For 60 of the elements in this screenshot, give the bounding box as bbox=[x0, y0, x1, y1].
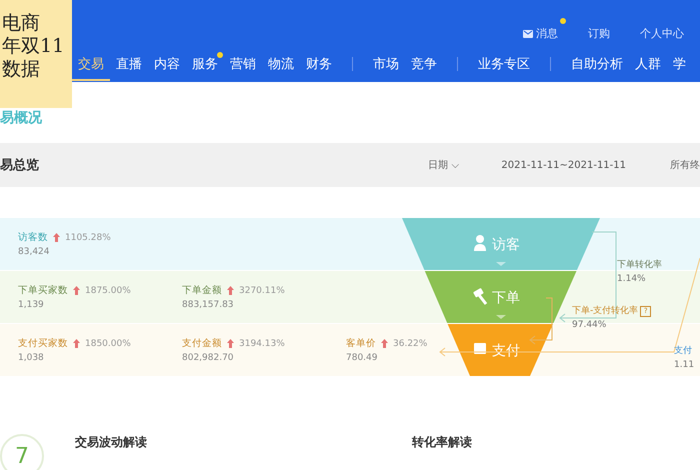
header-link[interactable]: 订购 bbox=[588, 18, 618, 45]
metric-value: 1,038 bbox=[18, 353, 45, 363]
nav-tab[interactable]: 自助分析 bbox=[565, 46, 629, 80]
nav-tab[interactable]: 直播 bbox=[110, 46, 148, 80]
metric-label: 客单价 bbox=[346, 337, 376, 350]
mail-icon bbox=[523, 30, 533, 38]
up-arrow-icon bbox=[227, 286, 234, 295]
metric-label: 下单金额 bbox=[182, 284, 222, 297]
nav-tab[interactable]: 服务 bbox=[186, 46, 224, 80]
nav-tab[interactable]: 人群 bbox=[629, 46, 667, 80]
nav-tab[interactable]: 财务 bbox=[300, 46, 338, 80]
nav-tab[interactable]: 物流 bbox=[262, 46, 300, 80]
card-icon bbox=[474, 343, 486, 354]
metric-label: 访客数 bbox=[18, 231, 48, 244]
metric-value: 802,982.70 bbox=[182, 353, 235, 363]
up-arrow-icon bbox=[73, 339, 80, 348]
rate-label: 下单转化率 bbox=[617, 258, 662, 271]
metric-label: 支付买家数 bbox=[18, 337, 68, 350]
terminal-filter[interactable]: 所有终 bbox=[670, 158, 700, 172]
metric-change: 3194.13% bbox=[239, 338, 285, 348]
metric-change: 36.22% bbox=[393, 338, 428, 348]
nav-tab[interactable]: 学 bbox=[667, 46, 692, 80]
nav-tab[interactable]: 市场 bbox=[367, 46, 405, 80]
caption-overlay: 电商 年双11 数据 bbox=[0, 0, 72, 108]
header-link[interactable]: 消息 bbox=[523, 18, 566, 45]
nav-tab[interactable]: 交易 bbox=[72, 46, 110, 80]
rate-value: 1.11 bbox=[674, 360, 694, 370]
rate-value: 97.44% bbox=[572, 320, 608, 330]
insight-title: 转化率解读 bbox=[412, 434, 472, 451]
metric-change: 3270.11% bbox=[239, 286, 285, 296]
funnel-stage-label: 访客 bbox=[492, 237, 520, 253]
header-link[interactable]: 个人中心 bbox=[640, 18, 692, 45]
metric-value: 83,424 bbox=[18, 247, 50, 257]
date-range: 2021-11-11~2021-11-11 bbox=[501, 160, 626, 170]
nav-tab[interactable]: 竞争 bbox=[405, 46, 443, 80]
metric-value: 780.49 bbox=[346, 353, 378, 363]
up-arrow-icon bbox=[381, 339, 388, 348]
metric-value: 1,139 bbox=[18, 300, 45, 310]
up-arrow-icon bbox=[53, 233, 60, 242]
score-badge: 7 bbox=[0, 434, 44, 470]
section-title: 易总览 bbox=[0, 157, 40, 174]
person-icon bbox=[474, 235, 486, 251]
up-arrow-icon bbox=[73, 286, 80, 295]
metric-change: 1850.00% bbox=[85, 338, 131, 348]
page-title: 易概况 bbox=[0, 109, 42, 127]
funnel-stage-label: 下单 bbox=[492, 290, 520, 306]
metric-change: 1105.28% bbox=[65, 232, 111, 242]
metric-label: 支付金额 bbox=[182, 337, 222, 350]
hammer-icon bbox=[473, 288, 488, 305]
nav-tab[interactable]: 业务专区 bbox=[472, 46, 536, 80]
metric-change: 1875.00% bbox=[85, 286, 131, 296]
up-arrow-icon bbox=[227, 339, 234, 348]
rate-value: 1.14% bbox=[617, 274, 647, 284]
insight-title: 交易波动解读 bbox=[75, 434, 147, 451]
date-dropdown[interactable]: 日期 ⌵ bbox=[422, 157, 466, 173]
nav-tab[interactable]: 营销 bbox=[224, 46, 262, 80]
metric-value: 883,157.83 bbox=[182, 300, 235, 310]
rate-label: 支付 bbox=[674, 344, 693, 357]
nav-tab[interactable]: 内容 bbox=[148, 46, 186, 80]
metric-label: 下单买家数 bbox=[18, 284, 68, 297]
